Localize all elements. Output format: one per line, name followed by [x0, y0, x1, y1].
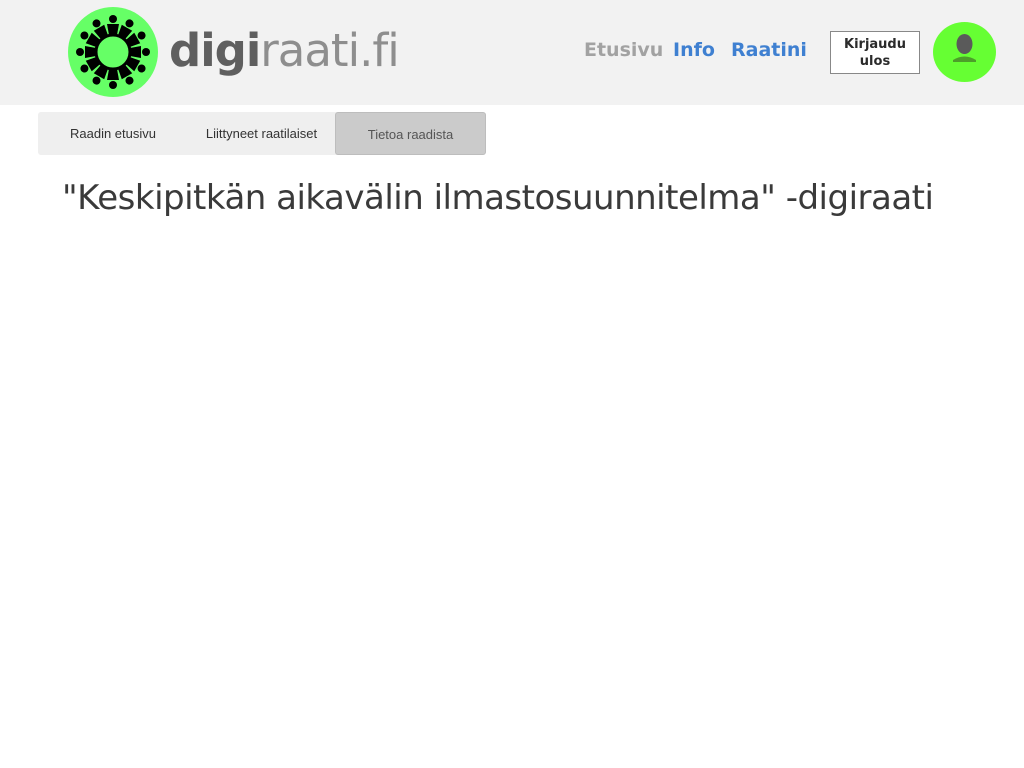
nav-info[interactable]: Info [673, 38, 715, 62]
tab-tietoa-raadista[interactable]: Tietoa raadista [335, 112, 486, 155]
raati-tabs: Raadin etusivu Liittyneet raatilaiset Ti… [38, 112, 486, 155]
tab-liittyneet-raatilaiset[interactable]: Liittyneet raatilaiset [188, 112, 335, 155]
user-avatar-icon [953, 34, 976, 62]
people-circle-logo-icon [68, 7, 158, 97]
logout-button[interactable]: Kirjaudu ulos [830, 31, 920, 74]
logo-light-part: raati.fi [260, 24, 399, 77]
tab-raadin-etusivu[interactable]: Raadin etusivu [38, 112, 188, 155]
logo-wordmark: digiraati.fi [169, 23, 400, 79]
nav-raatini[interactable]: Raatini [731, 38, 807, 62]
nav-etusivu[interactable]: Etusivu [584, 38, 663, 62]
page-title: "Keskipitkän aikavälin ilmastosuunnitelm… [62, 178, 934, 218]
site-header: digiraati.fi Etusivu Info Raatini Kirjau… [0, 0, 1024, 105]
user-avatar[interactable] [933, 22, 996, 82]
logo-bold-part: digi [169, 24, 261, 77]
